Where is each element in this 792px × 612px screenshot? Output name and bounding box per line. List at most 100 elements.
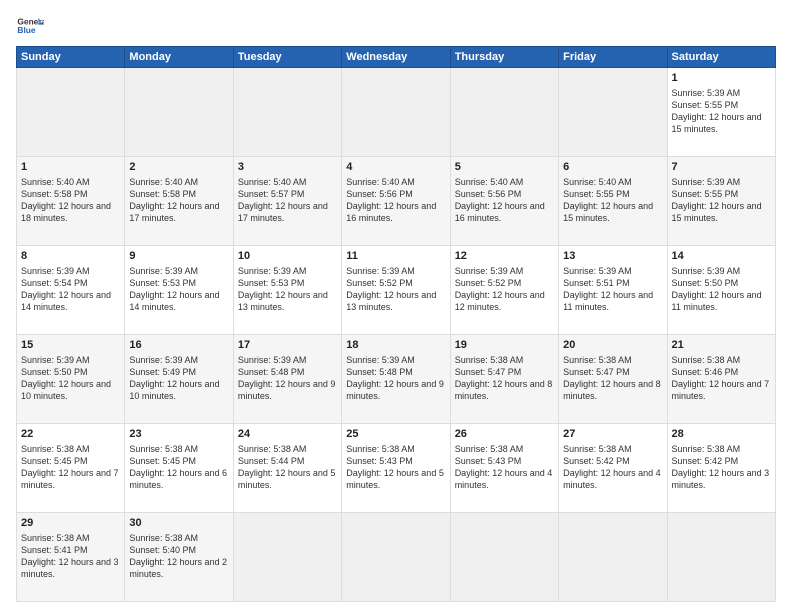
calendar-cell: [667, 513, 775, 602]
sunrise: Sunrise: 5:40 AM: [346, 177, 415, 187]
sunrise: Sunrise: 5:39 AM: [238, 266, 307, 276]
calendar-cell: 17Sunrise: 5:39 AMSunset: 5:48 PMDayligh…: [233, 335, 341, 424]
sunrise: Sunrise: 5:40 AM: [21, 177, 90, 187]
calendar-cell: 27Sunrise: 5:38 AMSunset: 5:42 PMDayligh…: [559, 424, 667, 513]
sunset: Sunset: 5:47 PM: [563, 367, 630, 377]
day-number: 22: [21, 427, 120, 442]
daylight: Daylight: 12 hours and 6 minutes.: [129, 468, 227, 490]
day-number: 7: [672, 160, 771, 175]
day-number: 4: [346, 160, 445, 175]
sunset: Sunset: 5:53 PM: [129, 278, 196, 288]
daylight: Daylight: 12 hours and 15 minutes.: [672, 201, 762, 223]
sunrise: Sunrise: 5:39 AM: [346, 266, 415, 276]
sunrise: Sunrise: 5:40 AM: [238, 177, 307, 187]
daylight: Daylight: 12 hours and 16 minutes.: [455, 201, 545, 223]
sunset: Sunset: 5:57 PM: [238, 189, 305, 199]
calendar-week-row: 1Sunrise: 5:40 AMSunset: 5:58 PMDaylight…: [17, 157, 776, 246]
sunrise: Sunrise: 5:38 AM: [563, 444, 632, 454]
calendar-cell: [342, 513, 450, 602]
daylight: Daylight: 12 hours and 12 minutes.: [455, 290, 545, 312]
calendar-cell: [450, 68, 558, 157]
calendar-cell: 24Sunrise: 5:38 AMSunset: 5:44 PMDayligh…: [233, 424, 341, 513]
sunrise: Sunrise: 5:38 AM: [238, 444, 307, 454]
day-number: 2: [129, 160, 228, 175]
sunset: Sunset: 5:42 PM: [672, 456, 739, 466]
calendar-cell: 20 Sunrise: 5:38 AM Sunset: 5:47 PM Dayligh…: [559, 335, 667, 424]
calendar-cell: 1Sunrise: 5:40 AMSunset: 5:58 PMDaylight…: [17, 157, 125, 246]
calendar-cell: 3Sunrise: 5:40 AMSunset: 5:57 PMDaylight…: [233, 157, 341, 246]
calendar-cell: 11Sunrise: 5:39 AMSunset: 5:52 PMDayligh…: [342, 246, 450, 335]
sunset: Sunset: 5:47 PM: [455, 367, 522, 377]
sunset: Sunset: 5:55 PM: [672, 100, 739, 110]
sunrise: Sunrise: 5:38 AM: [21, 444, 90, 454]
sunrise: Sunrise: 5:38 AM: [455, 444, 524, 454]
day-number: 20: [563, 338, 662, 353]
sunset: Sunset: 5:54 PM: [21, 278, 88, 288]
day-number: 19: [455, 338, 554, 353]
daylight: Daylight: 12 hours and 8 minutes.: [563, 379, 661, 401]
sunset: Sunset: 5:43 PM: [455, 456, 522, 466]
day-number: 21: [672, 338, 771, 353]
sunset: Sunset: 5:41 PM: [21, 545, 88, 555]
daylight: Daylight: 12 hours and 11 minutes.: [563, 290, 653, 312]
calendar-cell: 21Sunrise: 5:38 AMSunset: 5:46 PMDayligh…: [667, 335, 775, 424]
daylight: Daylight: 12 hours and 17 minutes.: [238, 201, 328, 223]
calendar-cell: 9Sunrise: 5:39 AMSunset: 5:53 PMDaylight…: [125, 246, 233, 335]
day-number: 1: [21, 160, 120, 175]
calendar-cell: 1Sunrise: 5:39 AMSunset: 5:55 PMDaylight…: [667, 68, 775, 157]
calendar-cell: 26Sunrise: 5:38 AMSunset: 5:43 PMDayligh…: [450, 424, 558, 513]
sunrise: Sunrise: 5:40 AM: [455, 177, 524, 187]
calendar-week-row: 1Sunrise: 5:39 AMSunset: 5:55 PMDaylight…: [17, 68, 776, 157]
sunrise: Sunrise: 5:38 AM: [346, 444, 415, 454]
daylight: Daylight: 12 hours and 18 minutes.: [21, 201, 111, 223]
daylight: Daylight: 12 hours and 10 minutes.: [129, 379, 219, 401]
sunrise: Sunrise: 5:38 AM: [563, 355, 632, 365]
day-number: 10: [238, 249, 337, 264]
day-number: 6: [563, 160, 662, 175]
sunrise: Sunrise: 5:39 AM: [129, 355, 198, 365]
sunset: Sunset: 5:46 PM: [672, 367, 739, 377]
sunset: Sunset: 5:56 PM: [346, 189, 413, 199]
calendar-week-row: 15Sunrise: 5:39 AMSunset: 5:50 PMDayligh…: [17, 335, 776, 424]
calendar-cell: [559, 513, 667, 602]
daylight: Daylight: 12 hours and 17 minutes.: [129, 201, 219, 223]
calendar-cell: 10Sunrise: 5:39 AMSunset: 5:53 PMDayligh…: [233, 246, 341, 335]
calendar-cell: 29Sunrise: 5:38 AMSunset: 5:41 PMDayligh…: [17, 513, 125, 602]
daylight: Daylight: 12 hours and 9 minutes.: [238, 379, 336, 401]
calendar-day-header: Saturday: [667, 47, 775, 68]
calendar-cell: 19Sunrise: 5:38 AMSunset: 5:47 PMDayligh…: [450, 335, 558, 424]
calendar-cell: [125, 68, 233, 157]
calendar-day-header: Wednesday: [342, 47, 450, 68]
sunset: Sunset: 5:55 PM: [672, 189, 739, 199]
calendar-table: SundayMondayTuesdayWednesdayThursdayFrid…: [16, 46, 776, 602]
calendar-week-row: 29Sunrise: 5:38 AMSunset: 5:41 PMDayligh…: [17, 513, 776, 602]
day-number: 13: [563, 249, 662, 264]
daylight: Daylight: 12 hours and 4 minutes.: [455, 468, 553, 490]
calendar-cell: [17, 68, 125, 157]
sunrise: Sunrise: 5:38 AM: [21, 533, 90, 543]
calendar-cell: [559, 68, 667, 157]
daylight: Daylight: 12 hours and 7 minutes.: [672, 379, 770, 401]
sunset: Sunset: 5:53 PM: [238, 278, 305, 288]
day-number: 8: [21, 249, 120, 264]
sunset: Sunset: 5:50 PM: [672, 278, 739, 288]
day-number: 28: [672, 427, 771, 442]
logo: General Blue: [16, 12, 44, 40]
daylight: Daylight: 12 hours and 10 minutes.: [21, 379, 111, 401]
day-number: 27: [563, 427, 662, 442]
calendar-header-row: SundayMondayTuesdayWednesdayThursdayFrid…: [17, 47, 776, 68]
daylight: Daylight: 12 hours and 14 minutes.: [129, 290, 219, 312]
calendar-day-header: Friday: [559, 47, 667, 68]
calendar-cell: 4Sunrise: 5:40 AMSunset: 5:56 PMDaylight…: [342, 157, 450, 246]
calendar-cell: 18Sunrise: 5:39 AMSunset: 5:48 PMDayligh…: [342, 335, 450, 424]
day-number: 17: [238, 338, 337, 353]
calendar-cell: 7Sunrise: 5:39 AMSunset: 5:55 PMDaylight…: [667, 157, 775, 246]
day-number: 18: [346, 338, 445, 353]
daylight: Daylight: 12 hours and 4 minutes.: [563, 468, 661, 490]
sunrise: Sunrise: 5:38 AM: [672, 444, 741, 454]
day-number: 23: [129, 427, 228, 442]
sunrise: Sunrise: 5:38 AM: [129, 444, 198, 454]
sunset: Sunset: 5:52 PM: [455, 278, 522, 288]
daylight: Daylight: 12 hours and 13 minutes.: [346, 290, 436, 312]
calendar-day-header: Sunday: [17, 47, 125, 68]
